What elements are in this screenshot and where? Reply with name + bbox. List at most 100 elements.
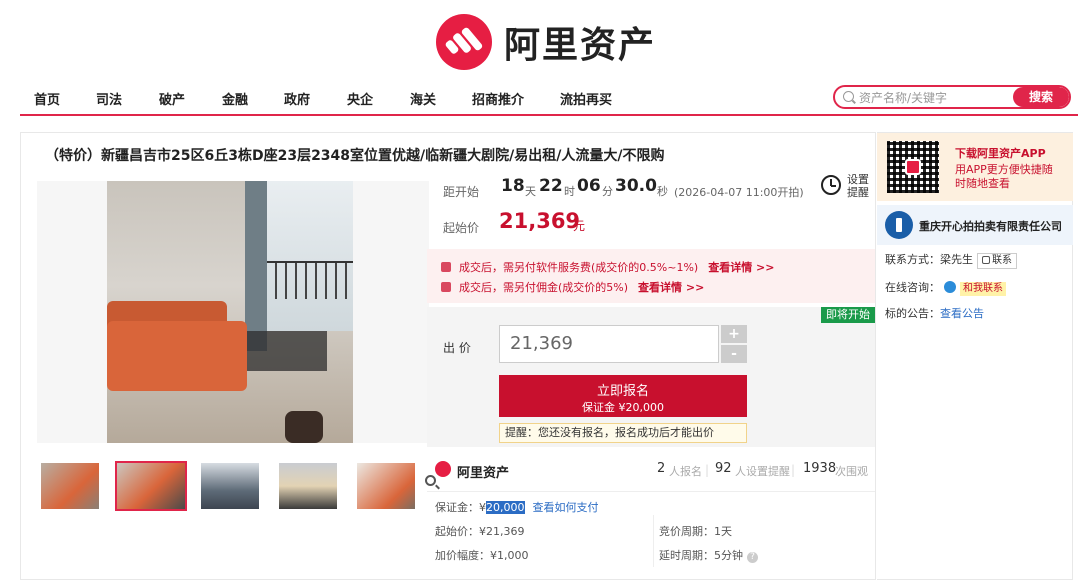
reminder-count-label: 人设置提醒 — [735, 465, 790, 478]
stats-row: 阿里资产 2 人报名 | 92 人设置提醒 | 1938 次围观 — [427, 457, 875, 487]
brand-logo-icon — [435, 461, 451, 477]
contact-label: 联系方式： — [885, 253, 940, 266]
alarm-clock-icon[interactable] — [821, 175, 841, 195]
extension-text: 延时周期：5分钟 — [659, 549, 743, 562]
nav-item-central-soe[interactable]: 央企 — [347, 89, 373, 108]
signup-count: 2 — [657, 461, 666, 476]
signup-button[interactable]: 立即报名 保证金 ¥20,000 — [499, 375, 747, 417]
countdown-label: 距开始 — [443, 185, 480, 199]
thumbnail[interactable] — [357, 463, 415, 509]
nav-item-bankruptcy[interactable]: 破产 — [159, 89, 185, 108]
consult-label: 在线咨询： — [885, 281, 940, 294]
main-photo — [107, 181, 353, 443]
thumbnail[interactable] — [201, 463, 259, 509]
search-input[interactable] — [859, 89, 1009, 107]
logo[interactable]: 阿里资产 — [436, 14, 656, 70]
countdown-hours-unit: 时 — [564, 185, 575, 198]
app-download-desc: 用APP更方便快捷随时随地查看 — [955, 163, 1053, 190]
detail-extension: 延时周期：5分钟? — [659, 547, 758, 563]
app-download-box[interactable]: 下载阿里资产APP 用APP更方便快捷随时随地查看 — [877, 133, 1073, 201]
fee-detail-link[interactable]: 查看详情 >> — [638, 281, 704, 294]
notice-row: 标的公告：查看公告 — [885, 305, 984, 321]
qr-logo — [905, 159, 921, 175]
fee-detail-link[interactable]: 查看详情 >> — [708, 261, 774, 274]
consult-row: 在线咨询： 和我联系 — [885, 279, 1006, 296]
brand-name: 阿里资产 — [457, 466, 510, 481]
signup-deposit-label: 保证金 ¥20,000 — [582, 401, 664, 414]
chat-button[interactable]: 和我联系 — [960, 282, 1006, 296]
countdown-minutes-unit: 分 — [602, 185, 613, 198]
start-price-label: 起始价 — [443, 221, 480, 235]
fee-text: 成交后，需另付佣金(成交价的5%) — [459, 281, 629, 294]
notice-label: 标的公告： — [885, 307, 940, 320]
contact-row: 联系方式：梁先生 联系 — [885, 251, 1017, 269]
help-icon[interactable]: ? — [747, 552, 758, 563]
start-price-unit: 元 — [573, 219, 586, 233]
stat-divider: | — [791, 463, 796, 477]
set-reminder-button[interactable]: 设置提醒 — [847, 173, 873, 199]
bid-label: 出 价 — [443, 341, 471, 355]
main-image-viewer[interactable] — [37, 181, 436, 486]
nav-item-home[interactable]: 首页 — [34, 89, 60, 108]
countdown-hours: 22 — [539, 176, 563, 196]
bid-decrease-button[interactable]: - — [721, 345, 747, 363]
countdown-seconds: 30.0 — [615, 176, 657, 196]
countdown-seconds-unit: 秒 — [657, 185, 668, 198]
seller-logo-icon — [885, 211, 913, 239]
side-panel: 下载阿里资产APP 用APP更方便快捷随时随地查看 重庆开心拍拍卖有限责任公司 … — [877, 132, 1073, 580]
reminder-count: 92 — [715, 461, 732, 476]
deposit-row: 保证金：¥20,000 查看如何支付 — [435, 499, 599, 515]
contact-button[interactable]: 联系 — [977, 253, 1017, 269]
bid-increase-button[interactable]: + — [721, 325, 747, 343]
bid-area: 即将开始 出 价 21,369 + - 立即报名 保证金 ¥20,000 提醒：… — [427, 307, 875, 447]
detail-increment: 加价幅度：¥1,000 — [435, 549, 529, 562]
seller-name[interactable]: 重庆开心拍拍卖有限责任公司 — [919, 218, 1062, 234]
fee-text: 成交后，需另付软件服务费(成交价的0.5%~1%) — [459, 261, 699, 274]
nav-item-investment[interactable]: 招商推介 — [472, 89, 524, 108]
search-box: 搜索 — [833, 85, 1071, 109]
nav-divider — [20, 114, 1078, 116]
seller-box[interactable]: 重庆开心拍拍卖有限责任公司 — [877, 205, 1073, 245]
view-count-label: 次围观 — [835, 465, 868, 478]
gift-icon — [441, 282, 451, 292]
how-to-pay-link[interactable]: 查看如何支付 — [533, 501, 599, 514]
search-icon — [843, 91, 854, 102]
listing-title: （特价）新疆昌吉市25区6丘3栋D座23层2348室位置优越/临新疆大剧院/易出… — [45, 148, 665, 164]
deposit-label: 保证金：¥ — [435, 501, 486, 514]
thumbnail-selected[interactable] — [115, 461, 187, 511]
nav-item-finance[interactable]: 金融 — [222, 89, 248, 108]
thumbnail[interactable] — [279, 463, 337, 509]
nav-item-relist[interactable]: 流拍再买 — [560, 89, 612, 108]
bid-amount-input[interactable]: 21,369 — [499, 325, 719, 363]
signup-count-label: 人报名 — [669, 465, 702, 478]
detail-bid-period: 竞价周期：1天 — [659, 525, 732, 538]
status-badge: 即将开始 — [821, 307, 875, 323]
search-button[interactable]: 搜索 — [1013, 87, 1069, 107]
app-download-title: 下载阿里资产APP — [955, 147, 1046, 160]
fee-row-commission: 成交后，需另付佣金(成交价的5%) 查看详情 >> — [441, 279, 704, 295]
nav-item-judicial[interactable]: 司法 — [96, 89, 122, 108]
notice-link[interactable]: 查看公告 — [940, 307, 984, 320]
nav-item-government[interactable]: 政府 — [284, 89, 310, 108]
auction-start-date: (2026-04-07 11:00开拍) — [674, 186, 804, 199]
countdown-days: 18 — [501, 176, 525, 196]
contact-button-label: 联系 — [992, 255, 1012, 266]
nav-item-customs[interactable]: 海关 — [410, 89, 436, 108]
fee-notice-box: 成交后，需另付软件服务费(成交价的0.5%~1%) 查看详情 >> 成交后，需另付… — [427, 249, 875, 303]
gift-icon — [441, 262, 451, 272]
signup-button-label: 立即报名 — [596, 384, 649, 399]
thumbnail[interactable] — [41, 463, 99, 509]
logo-text: 阿里资产 — [504, 25, 657, 66]
fee-row-service: 成交后，需另付软件服务费(成交价的0.5%~1%) 查看详情 >> — [441, 259, 774, 275]
contact-name: 梁先生 — [940, 253, 973, 266]
phone-icon — [982, 256, 990, 264]
deposit-value: 20,000 — [486, 501, 525, 514]
stat-divider: | — [705, 463, 710, 477]
detail-start-price: 起始价：¥21,369 — [435, 525, 525, 538]
chat-icon — [944, 281, 956, 293]
start-price-value: 21,369 — [499, 209, 581, 233]
divider — [653, 515, 654, 567]
countdown-minutes: 06 — [577, 176, 601, 196]
logo-mark-icon — [436, 14, 492, 70]
view-count: 1938 — [803, 461, 837, 476]
